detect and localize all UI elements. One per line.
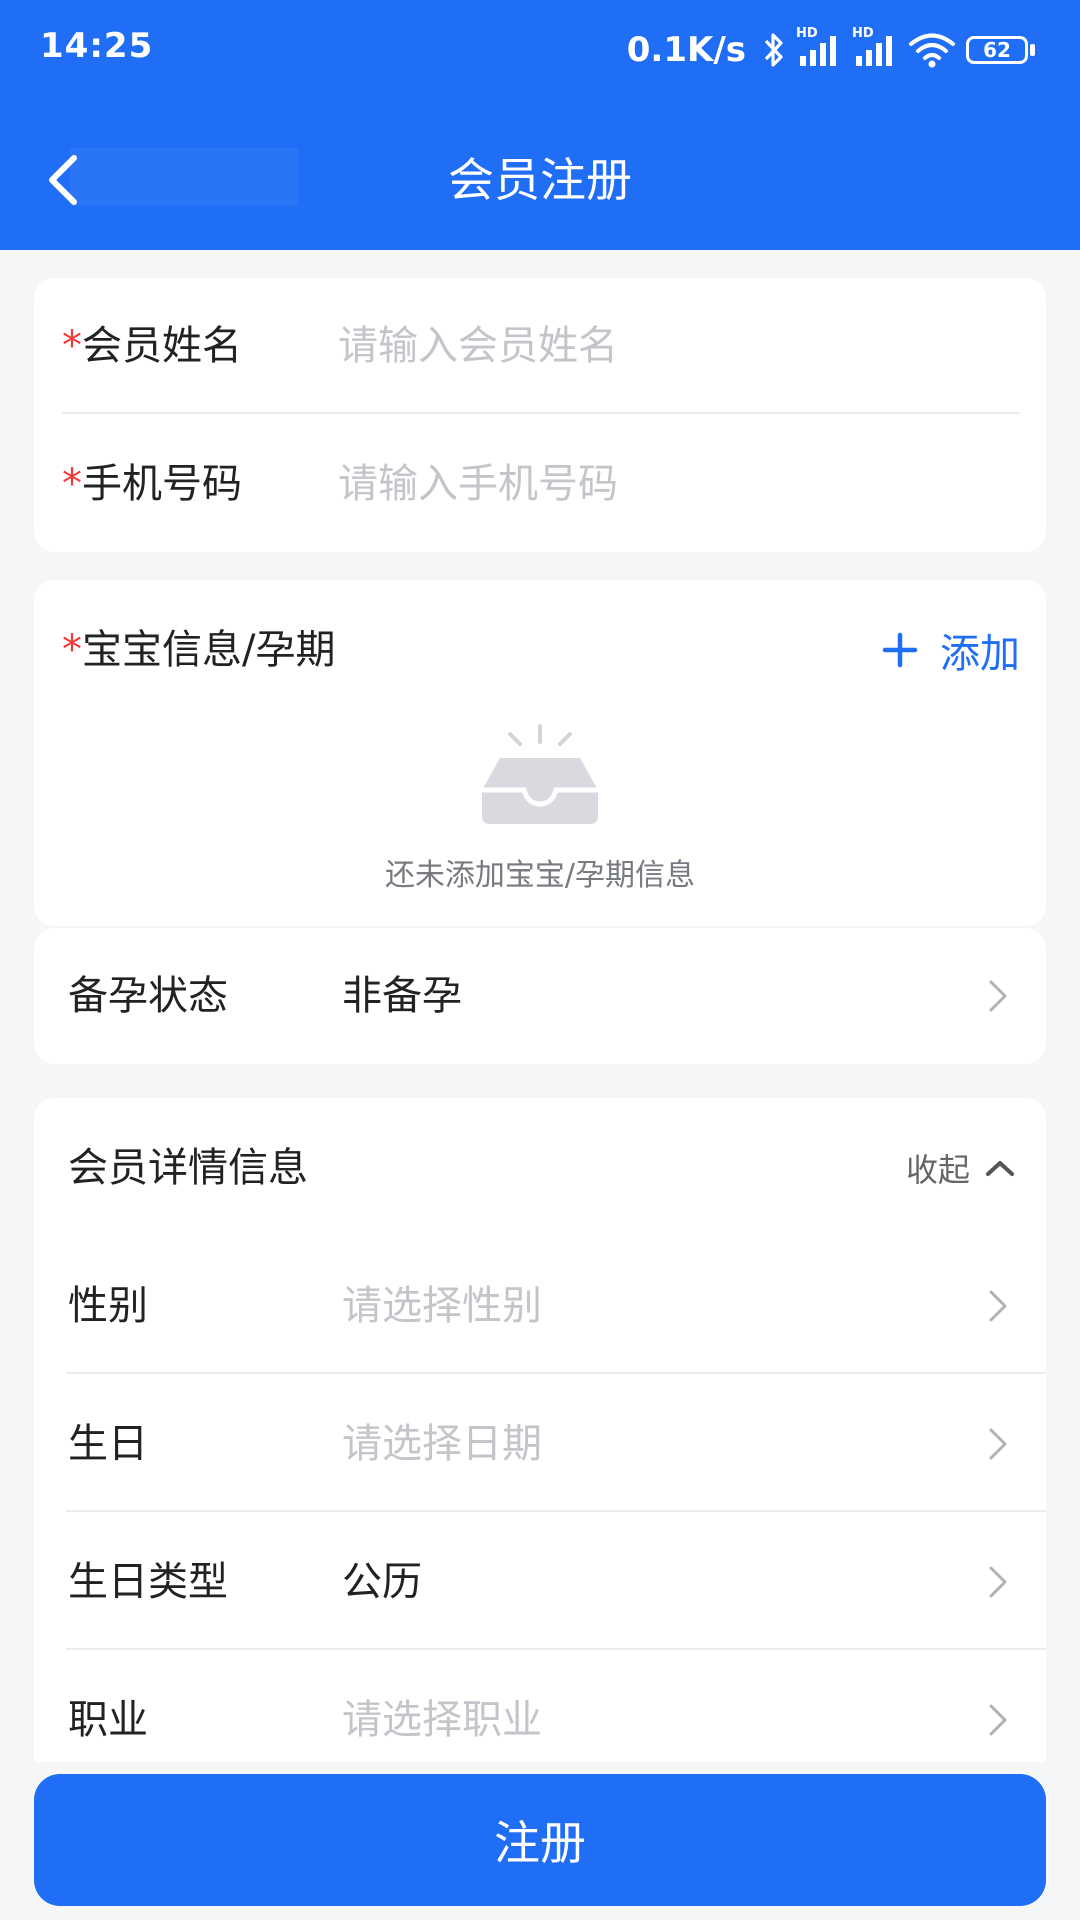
gender-row[interactable]: 性别 请选择性别 bbox=[34, 1238, 1046, 1374]
add-baby-button[interactable]: 添加 bbox=[882, 620, 1020, 680]
birthday-type-row[interactable]: 生日类型 公历 bbox=[34, 1514, 1046, 1650]
prep-status-row[interactable]: 备孕状态 非备孕 bbox=[34, 928, 1046, 1064]
phone-row: *手机号码 请输入手机号码 bbox=[34, 416, 1046, 552]
prep-status-card[interactable]: 备孕状态 非备孕 bbox=[34, 928, 1046, 1064]
details-title: 会员详情信息 bbox=[68, 1145, 308, 1191]
battery-level: 62 bbox=[983, 38, 1011, 62]
signal-icon: HD bbox=[796, 26, 842, 68]
chevron-right-icon bbox=[978, 1286, 1018, 1326]
phone-label: *手机号码 bbox=[62, 416, 242, 552]
required-mark: * bbox=[62, 461, 82, 507]
battery-cap bbox=[1030, 44, 1035, 56]
birthday-type-value[interactable]: 公历 bbox=[342, 1514, 422, 1650]
birthday-type-label: 生日类型 bbox=[68, 1559, 228, 1605]
name-row: *会员姓名 请输入会员姓名 bbox=[34, 278, 1046, 414]
signal-icon: HD bbox=[852, 26, 898, 68]
battery-icon: 62 bbox=[966, 36, 1028, 64]
baby-info-label: *宝宝信息/孕期 bbox=[62, 580, 335, 720]
details-card: 会员详情信息 收起 性别 请选择性别 生日 请选择日期 生日类型 公历 职业 请… bbox=[34, 1098, 1046, 1762]
net-speed: 0.1K/s bbox=[626, 30, 746, 70]
chevron-right-icon bbox=[978, 1700, 1018, 1740]
status-bar: 14:25 0.1K/s HD HD 62 bbox=[0, 0, 1080, 100]
divider bbox=[66, 1372, 1046, 1374]
gender-select[interactable]: 请选择性别 bbox=[342, 1238, 542, 1374]
birthday-label: 生日 bbox=[68, 1421, 148, 1467]
occupation-row[interactable]: 职业 请选择职业 bbox=[34, 1652, 1046, 1788]
signal-label: HD bbox=[796, 26, 818, 41]
signal-label: HD bbox=[852, 26, 874, 41]
gender-label: 性别 bbox=[68, 1283, 148, 1329]
name-label: *会员姓名 bbox=[62, 278, 242, 414]
divider bbox=[66, 1648, 1046, 1650]
phone-input[interactable]: 请输入手机号码 bbox=[338, 416, 618, 552]
wifi-icon bbox=[908, 31, 956, 69]
occupation-label: 职业 bbox=[68, 1697, 148, 1743]
required-mark: * bbox=[62, 323, 82, 369]
add-label: 添加 bbox=[940, 631, 1020, 677]
page-title: 会员注册 bbox=[448, 153, 632, 207]
collapse-label: 收起 bbox=[905, 1151, 970, 1189]
birthday-row[interactable]: 生日 请选择日期 bbox=[34, 1376, 1046, 1512]
birthday-select[interactable]: 请选择日期 bbox=[342, 1376, 542, 1512]
prep-status-value: 非备孕 bbox=[342, 973, 462, 1019]
chevron-right-icon bbox=[978, 1562, 1018, 1602]
divider bbox=[62, 412, 1020, 414]
chevron-up-icon bbox=[986, 1161, 1014, 1176]
required-mark: * bbox=[62, 627, 82, 673]
plus-icon bbox=[882, 632, 918, 668]
status-time: 14:25 bbox=[40, 26, 154, 66]
divider bbox=[66, 1510, 1046, 1512]
collapse-button[interactable]: 收起 bbox=[906, 1138, 1016, 1198]
chevron-right-icon bbox=[978, 976, 1018, 1016]
occupation-select[interactable]: 请选择职业 bbox=[342, 1652, 542, 1788]
baby-info-title: 宝宝信息/孕期 bbox=[82, 627, 336, 673]
empty-inbox-icon bbox=[476, 720, 604, 830]
baby-info-card: *宝宝信息/孕期 添加 还未添加宝宝/孕期信息 bbox=[34, 580, 1046, 926]
chevron-right-icon bbox=[978, 1424, 1018, 1464]
status-icons: 0.1K/s HD HD 62 bbox=[627, 22, 1035, 78]
nav-bar: 会员注册 bbox=[0, 110, 1080, 250]
bluetooth-icon bbox=[762, 30, 786, 70]
name-input[interactable]: 请输入会员姓名 bbox=[338, 278, 618, 414]
app-header: 14:25 0.1K/s HD HD 62 会员注册 bbox=[0, 0, 1080, 250]
phone-label-text: 手机号码 bbox=[82, 461, 242, 507]
prep-status-label: 备孕状态 bbox=[68, 973, 228, 1019]
empty-text: 还未添加宝宝/孕期信息 bbox=[384, 858, 696, 893]
basic-info-card: *会员姓名 请输入会员姓名 *手机号码 请输入手机号码 bbox=[34, 278, 1046, 552]
name-label-text: 会员姓名 bbox=[82, 323, 242, 369]
register-button[interactable]: 注册 bbox=[34, 1774, 1046, 1906]
